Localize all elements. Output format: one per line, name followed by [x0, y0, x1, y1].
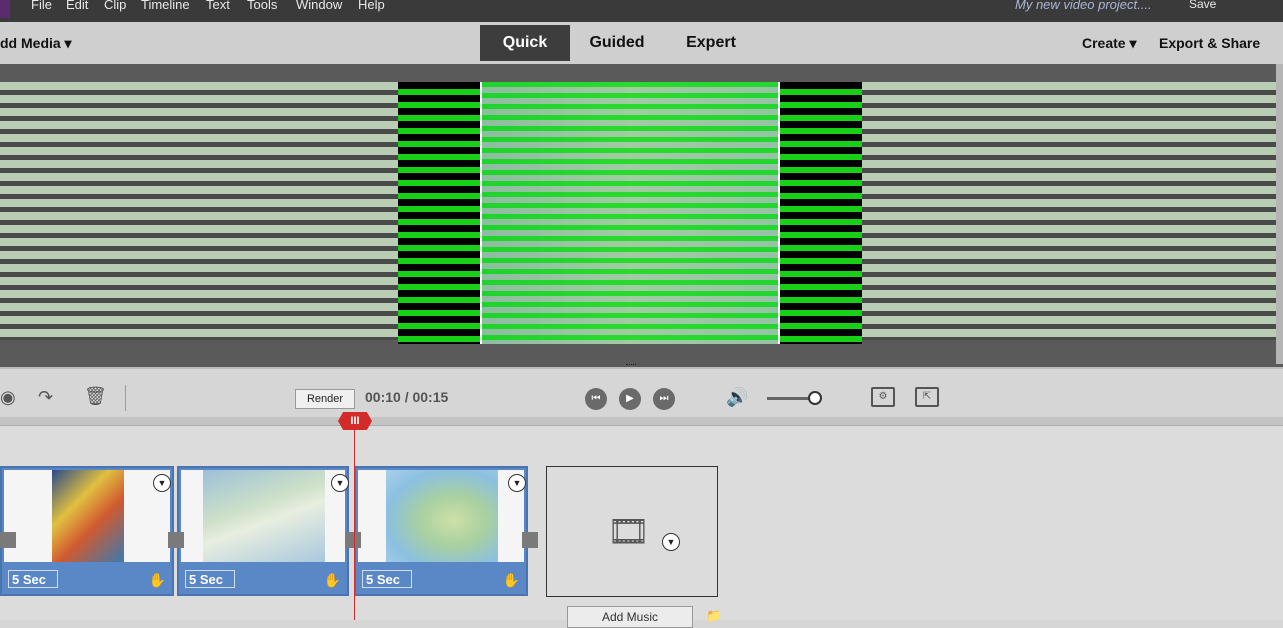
chevron-down-icon[interactable]: ▼ — [508, 474, 526, 492]
menu-window[interactable]: Window — [296, 0, 342, 12]
next-frame-icon[interactable]: ⏭ — [653, 388, 675, 410]
snapshot-icon[interactable]: ◉ — [0, 387, 16, 408]
add-media-menu[interactable]: dd Media ▾ — [0, 35, 72, 52]
transition-handle[interactable] — [0, 532, 16, 548]
timeline-clip[interactable]: ▼ 5 Sec ✋ — [0, 466, 174, 596]
monitor-scrollbar[interactable] — [1276, 64, 1283, 364]
delete-icon[interactable]: 🗑 — [84, 386, 107, 407]
clip-thumbnail-area — [4, 470, 170, 562]
volume-icon[interactable]: 🔊 — [726, 387, 748, 408]
clip-duration[interactable]: 5 Sec — [8, 570, 58, 588]
menu-text[interactable]: Text — [206, 0, 230, 12]
export-share-menu[interactable]: Export & Share — [1159, 35, 1260, 51]
tab-guided[interactable]: Guided — [576, 25, 658, 61]
video-preview-frame — [398, 82, 862, 344]
timeline-clip[interactable]: ▼ 5 Sec ✋ — [177, 466, 349, 596]
playback-controls: ◉ ↷ 🗑 Render 00:10 / 00:15 ⏮ ▶ ⏭ 🔊 ⚙ ⇱ — [0, 367, 1283, 419]
preview-monitor — [0, 64, 1283, 367]
add-media-slot[interactable]: 🎞 ▼ — [546, 466, 718, 597]
save-button[interactable]: Save — [1189, 0, 1216, 11]
render-settings-icon[interactable]: ⚙ — [871, 387, 895, 407]
play-icon[interactable]: ▶ — [619, 388, 641, 410]
menu-help[interactable]: Help — [358, 0, 385, 12]
timeline-clip[interactable]: ▼ 5 Sec ✋ — [354, 466, 528, 596]
render-button[interactable]: Render — [295, 389, 355, 409]
clip-duration[interactable]: 5 Sec — [362, 570, 412, 588]
create-menu[interactable]: Create ▾ — [1082, 35, 1137, 52]
video-preview-content — [480, 82, 780, 344]
rotate-icon[interactable]: ↷ — [38, 387, 53, 408]
menu-clip[interactable]: Clip — [104, 0, 126, 12]
hand-icon[interactable]: ✋ — [149, 572, 166, 589]
playhead[interactable]: III — [338, 412, 372, 430]
hand-icon[interactable]: ✋ — [503, 572, 520, 589]
menu-tools[interactable]: Tools — [247, 0, 277, 12]
menu-bar: File Edit Clip Timeline Text Tools Windo… — [0, 0, 1283, 22]
clip-thumbnail — [203, 470, 325, 562]
clip-thumbnail — [386, 470, 498, 562]
mode-toolbar: dd Media ▾ Quick Guided Expert Create ▾ … — [0, 22, 1283, 65]
folder-icon[interactable]: 📁 — [706, 608, 722, 624]
clip-thumbnail-area — [181, 470, 345, 562]
timecode: 00:10 / 00:15 — [365, 389, 449, 405]
clip-thumbnail-area — [358, 470, 524, 562]
timeline-ruler[interactable] — [0, 417, 1283, 426]
menu-timeline[interactable]: Timeline — [141, 0, 190, 12]
menu-file[interactable]: File — [31, 0, 52, 12]
app-icon — [0, 0, 10, 18]
divider — [125, 385, 126, 411]
hand-icon[interactable]: ✋ — [324, 572, 341, 589]
volume-slider-knob[interactable] — [808, 391, 822, 405]
project-title: My new video project.... — [1015, 0, 1152, 12]
tab-expert[interactable]: Expert — [670, 25, 752, 61]
chevron-down-icon[interactable]: ▼ — [153, 474, 171, 492]
previous-frame-icon[interactable]: ⏮ — [585, 388, 607, 410]
chevron-down-icon[interactable]: ▼ — [331, 474, 349, 492]
transition-handle[interactable] — [345, 532, 361, 548]
clip-thumbnail — [52, 470, 124, 562]
transition-handle[interactable] — [522, 532, 538, 548]
fullscreen-icon[interactable]: ⇱ — [915, 387, 939, 407]
add-media-icon[interactable]: 🎞 — [607, 512, 657, 557]
transition-handle[interactable] — [168, 532, 184, 548]
tab-quick[interactable]: Quick — [480, 25, 570, 61]
menu-edit[interactable]: Edit — [66, 0, 88, 12]
chevron-down-icon[interactable]: ▼ — [662, 533, 680, 551]
clip-duration[interactable]: 5 Sec — [185, 570, 235, 588]
playhead-line — [354, 428, 355, 620]
add-music-button[interactable]: Add Music — [567, 606, 693, 628]
